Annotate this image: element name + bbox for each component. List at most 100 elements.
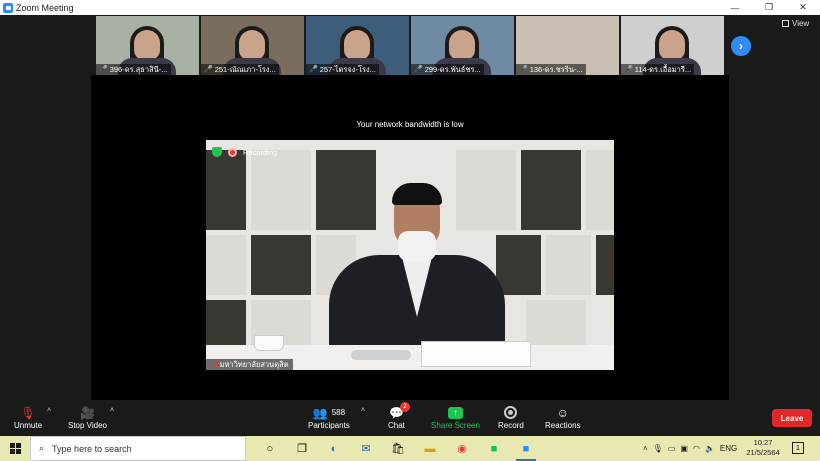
- maximize-button[interactable]: ❐: [752, 0, 786, 15]
- record-label: Record: [498, 421, 524, 430]
- stop-video-button[interactable]: 🎥 Stop Video: [68, 404, 107, 431]
- muted-mic-icon: 🎤: [414, 66, 423, 73]
- video-options-caret-icon[interactable]: ˄: [110, 407, 114, 414]
- active-speaker-stage: Your network bandwidth is low Recording …: [91, 75, 729, 400]
- reactions-button[interactable]: ☺ Reactions: [545, 404, 581, 431]
- unmute-button[interactable]: 🎙 Unmute: [14, 404, 43, 431]
- participant-face: [239, 30, 265, 60]
- clock-time: 10:27: [753, 438, 773, 447]
- cortana-icon[interactable]: ○: [254, 436, 286, 461]
- window-titlebar: Zoom Meeting — ❐ ✕: [0, 0, 820, 15]
- taskbar-search-box[interactable]: ⌕ Type here to search: [30, 436, 246, 461]
- wall-panel: [206, 235, 246, 295]
- muted-mic-icon: 🎤: [204, 66, 213, 73]
- wall-panel: [251, 150, 311, 230]
- wall-panel: [206, 150, 246, 230]
- taskbar-clock[interactable]: 10:27 21/5/2564: [746, 438, 780, 458]
- window-controls: — ❐ ✕: [718, 0, 820, 15]
- muted-mic-icon: 🎤: [309, 66, 318, 73]
- volume-icon[interactable]: 🔈: [705, 444, 715, 453]
- record-icon: [504, 406, 518, 419]
- stop-video-label: Stop Video: [68, 421, 107, 430]
- participant-nameplate: 🎤 114-ดร.เอื้อมารี...: [621, 64, 695, 75]
- participant-thumbnail[interactable]: 🎤 396-ดร.สุธาสินี-...: [96, 16, 199, 75]
- participant-face: [659, 30, 685, 60]
- recording-indicator: Recording: [212, 147, 277, 157]
- chrome-icon[interactable]: ◉: [446, 436, 478, 461]
- task-view-icon[interactable]: ❐: [286, 436, 318, 461]
- muted-microphone-icon: 🎙: [20, 405, 36, 420]
- speaker-hair: [392, 183, 442, 205]
- speaker-name: มหาวิทยาลัยสวนดุสิต: [219, 360, 289, 369]
- reactions-label: Reactions: [545, 421, 581, 430]
- wall-panel: [496, 235, 541, 295]
- meeting-controls-bar: 🎙 Unmute ˄ 🎥 Stop Video ˄ 👥 588 Participa…: [0, 402, 820, 436]
- participant-thumbnail[interactable]: 🎤 251-ณัณเภา-โรง...: [201, 16, 304, 75]
- wall-panel: [316, 150, 376, 230]
- mail-icon[interactable]: ✉: [350, 436, 382, 461]
- wall-panel: [206, 300, 246, 350]
- store-icon[interactable]: 🛍: [382, 436, 414, 461]
- audio-options-caret-icon[interactable]: ˄: [47, 407, 51, 414]
- view-label: View: [792, 19, 810, 28]
- chat-label: Chat: [388, 421, 405, 430]
- unmute-label: Unmute: [14, 421, 43, 430]
- participant-nameplate: 🎤 251-ณัณเภา-โรง...: [201, 64, 279, 75]
- search-placeholder: Type here to search: [52, 443, 132, 454]
- view-button[interactable]: View: [782, 19, 809, 28]
- share-screen-button[interactable]: ↑ Share Screen: [431, 404, 480, 430]
- participant-thumbnail[interactable]: 🎤 257-ไตรจง-โรง...: [306, 16, 409, 75]
- participant-count: 588: [331, 408, 346, 417]
- language-indicator[interactable]: ENG: [720, 444, 737, 453]
- muted-mic-icon: 🎤: [624, 66, 633, 73]
- gallery-strip: 🎤 396-ดร.สุธาสินี-... 🎤 251-ณัณเภา-โรง... …: [96, 16, 724, 75]
- clock-date: 21/5/2564: [746, 448, 780, 457]
- participants-button[interactable]: 👥 588 Participants: [308, 404, 350, 431]
- record-dot-icon: [228, 147, 237, 157]
- zoom-taskbar-icon[interactable]: ■: [510, 436, 542, 461]
- participant-nameplate: 🎤 257-ไตรจง-โรง...: [306, 64, 379, 75]
- grid-view-icon: [782, 20, 789, 27]
- participants-options-caret-icon[interactable]: ˄: [361, 407, 365, 414]
- participant-name: 114-ดร.เอื้อมารี...: [634, 65, 692, 74]
- zoom-app-icon: [3, 2, 13, 13]
- close-button[interactable]: ✕: [786, 0, 820, 15]
- participant-thumbnail[interactable]: 🎤 114-ดร.เอื้อมารี...: [621, 16, 724, 75]
- edge-browser-icon[interactable]: ◐: [318, 436, 350, 461]
- participant-nameplate: 🎤 136-ดร.ชรริน-...: [516, 64, 586, 75]
- wifi-icon[interactable]: ◠: [693, 444, 700, 453]
- notification-count: 1: [796, 444, 800, 452]
- battery-icon[interactable]: ▭: [668, 444, 676, 453]
- participants-label: Participants: [308, 421, 350, 430]
- participant-name: 299-ดร.พันธ์ชร...: [424, 65, 481, 74]
- speaker-nameplate: มหาวิทยาลัยสวนดุสิต: [206, 359, 293, 370]
- shield-icon: [212, 147, 222, 157]
- line-app-icon[interactable]: ■: [478, 436, 510, 461]
- wall-panel: [456, 150, 516, 230]
- coffee-cup: [254, 335, 284, 351]
- window-title: Zoom Meeting: [16, 2, 74, 13]
- chevron-right-icon: ›: [739, 39, 743, 53]
- active-speaker-video[interactable]: Recording มหาวิทยาลัยสวนดุสิต: [206, 140, 614, 370]
- participant-thumbnail[interactable]: 🎤 136-ดร.ชรริน-...: [516, 16, 619, 75]
- participant-face: [449, 30, 475, 60]
- notification-center-icon[interactable]: 1: [792, 442, 804, 454]
- participant-thumbnail[interactable]: 🎤 299-ดร.พันธ์ชร...: [411, 16, 514, 75]
- show-hidden-icons-icon[interactable]: ˄: [643, 444, 648, 453]
- app-tray-icon[interactable]: ▣: [680, 444, 688, 453]
- participant-nameplate: 🎤 299-ดร.พันธ์ชร...: [411, 64, 484, 75]
- record-button[interactable]: Record: [498, 404, 524, 430]
- microphone-tray-icon[interactable]: 🎙: [653, 444, 663, 453]
- participant-name: 136-ดร.ชรริน-...: [529, 65, 583, 74]
- wall-panel: [546, 235, 591, 295]
- file-explorer-icon[interactable]: ▬: [414, 436, 446, 461]
- participants-icon: 👥 588: [312, 405, 346, 420]
- participant-face: [344, 30, 370, 60]
- signal-bars-icon: [210, 361, 217, 368]
- next-page-button[interactable]: ›: [731, 36, 751, 56]
- leave-button[interactable]: Leave: [772, 409, 812, 427]
- minimize-button[interactable]: —: [718, 0, 752, 15]
- start-button[interactable]: [0, 436, 30, 461]
- participant-nameplate: 🎤 396-ดร.สุธาสินี-...: [96, 64, 171, 75]
- chat-button[interactable]: 💬 2 Chat: [388, 402, 410, 430]
